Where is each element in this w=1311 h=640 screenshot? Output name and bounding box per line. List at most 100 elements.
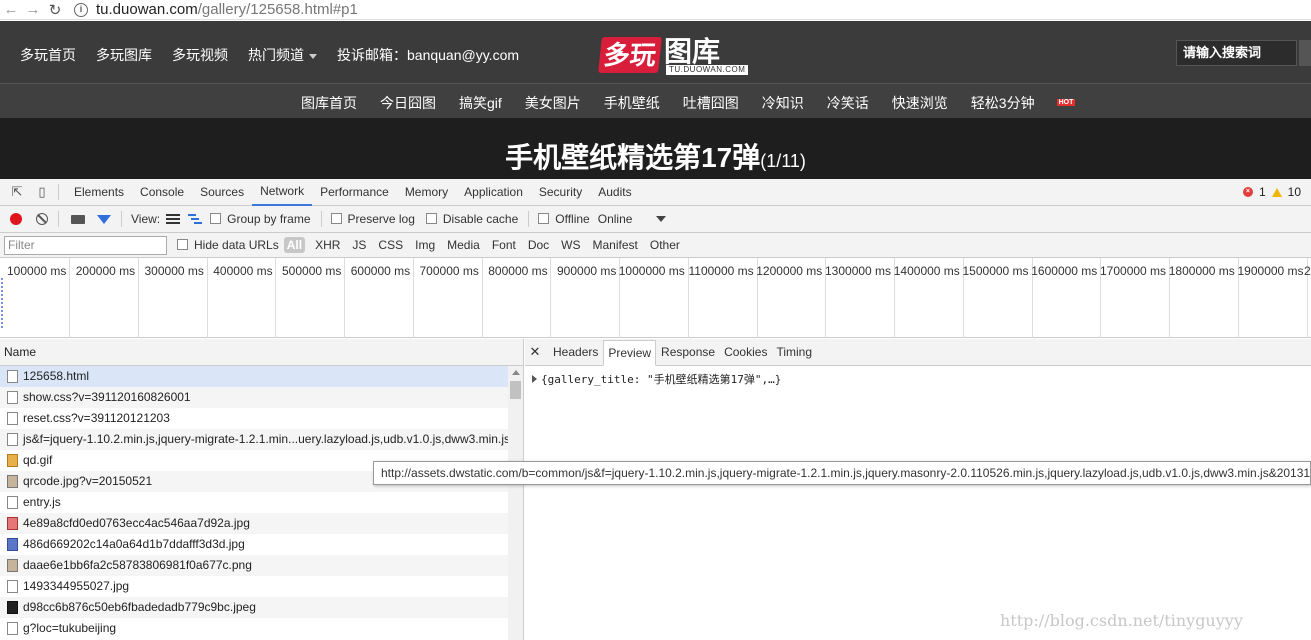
timeline-overview[interactable]: 100000 ms 200000 ms 300000 ms 400000 ms 5000… — [0, 258, 1311, 338]
request-row[interactable]: g?loc=tukubeijing — [0, 618, 508, 639]
tab-elements[interactable]: Elements — [66, 179, 132, 205]
subnav-item[interactable]: 图库首页 — [301, 93, 357, 113]
request-row[interactable]: reset.css?v=391120121203 — [0, 408, 508, 429]
subnav-item[interactable]: 冷知识 — [762, 93, 804, 113]
filter-funnel-icon[interactable] — [97, 214, 111, 224]
image-icon — [7, 538, 18, 551]
tab-sources[interactable]: Sources — [192, 179, 252, 205]
device-toggle-icon[interactable]: ▯ — [34, 184, 50, 200]
tab-timing[interactable]: Timing — [772, 340, 816, 364]
timeline-tick-label: 700000 ms — [419, 264, 479, 278]
logo-red-text: 多玩 — [598, 37, 662, 73]
group-by-frame-checkbox[interactable]: Group by frame — [210, 212, 311, 226]
sub-nav: 图库首页 今日囧图 搞笑gif 美女图片 手机壁纸 吐槽囧图 冷知识 冷笑话 快… — [0, 83, 1311, 118]
watermark: http://blog.csdn.net/tinyguyyy — [1000, 611, 1243, 630]
filter-bar: Filter Hide data URLs All XHR JS CSS Img… — [0, 233, 1311, 258]
subnav-item[interactable]: 搞笑gif — [459, 93, 502, 113]
request-name: qrcode.jpg?v=20150521 — [23, 474, 153, 488]
subnav-item[interactable]: 今日囧图 — [380, 93, 436, 113]
scrollbar-thumb[interactable] — [510, 381, 521, 399]
offline-checkbox[interactable]: Offline — [538, 212, 590, 226]
request-row[interactable]: d98cc6b876c50eb6fbadedadb779c9bc.jpeg — [0, 597, 508, 618]
back-arrow-icon[interactable]: ← — [0, 1, 22, 18]
filter-input[interactable]: Filter — [4, 235, 167, 255]
hide-data-urls-checkbox[interactable]: Hide data URLs — [177, 238, 279, 252]
subnav-item[interactable]: 快速浏览 — [892, 93, 948, 113]
filter-type[interactable]: Media — [447, 238, 480, 252]
disable-cache-checkbox[interactable]: Disable cache — [425, 212, 518, 226]
tab-application[interactable]: Application — [456, 179, 531, 205]
subnav-3min-label: 轻松3分钟 — [970, 95, 1035, 111]
tab-security[interactable]: Security — [531, 179, 590, 205]
timeline-gridline — [206, 258, 208, 338]
tab-headers[interactable]: Headers — [549, 340, 602, 364]
tab-cookies[interactable]: Cookies — [720, 340, 771, 364]
request-row[interactable]: 4e89a8cfd0ed0763ecc4ac546aa7d92a.jpg — [0, 513, 508, 534]
filter-all-button[interactable]: All — [283, 237, 306, 253]
request-row[interactable]: daae6e1bb6fa2c58783806981f0a677c.png — [0, 555, 508, 576]
subnav-item[interactable]: 手机壁纸 — [604, 93, 660, 113]
json-preview[interactable]: {gallery_title: "手机壁纸精选第17弹",…} — [532, 371, 781, 387]
url-field[interactable]: tu.duowan.com/gallery/125658.html#p1 — [96, 1, 358, 18]
filter-type[interactable]: Doc — [528, 238, 549, 252]
filter-type[interactable]: Img — [415, 238, 435, 252]
search-button[interactable] — [1299, 40, 1311, 66]
subnav-item[interactable]: 吐槽囧图 — [683, 93, 739, 113]
filter-type[interactable]: Other — [650, 238, 680, 252]
site-info-icon[interactable]: i — [74, 2, 88, 17]
tab-network[interactable]: Network — [252, 178, 313, 206]
close-icon[interactable]: ✕ — [527, 344, 543, 360]
filter-type[interactable]: Manifest — [593, 238, 638, 252]
url-tooltip: http://assets.dwstatic.com/b=common/js&f… — [373, 461, 1311, 485]
gallery-title-text: 手机壁纸精选第17弹 — [505, 142, 761, 173]
top-link-hot-channels[interactable]: 热门频道 — [248, 45, 317, 65]
filter-type[interactable]: JS — [352, 238, 366, 252]
waterfall-overview-icon[interactable] — [188, 214, 203, 224]
screenshot-camera-icon[interactable] — [71, 214, 85, 224]
large-rows-icon[interactable] — [166, 214, 181, 224]
request-row[interactable]: 1493344955027.jpg — [0, 576, 508, 597]
clear-icon[interactable] — [36, 213, 48, 225]
filter-type[interactable]: WS — [561, 238, 580, 252]
search-input[interactable]: 请输入搜索词 — [1176, 40, 1297, 66]
logo-subtext: TU.DUOWAN.COM — [666, 65, 749, 75]
request-row[interactable]: 125658.html — [0, 366, 508, 387]
filter-type[interactable]: CSS — [378, 238, 403, 252]
request-list-scrollbar[interactable] — [508, 366, 524, 640]
timeline-gridline — [275, 258, 277, 338]
subnav-item[interactable]: 冷笑话 — [827, 93, 869, 113]
document-icon — [7, 580, 18, 593]
preserve-log-checkbox[interactable]: Preserve log — [330, 212, 415, 226]
address-bar: ← → ↻ i tu.duowan.com/gallery/125658.htm… — [0, 0, 1311, 20]
tab-console[interactable]: Console — [132, 179, 192, 205]
expand-triangle-icon[interactable] — [532, 375, 537, 383]
record-icon[interactable] — [10, 213, 22, 225]
request-row[interactable]: show.css?v=391120160826001 — [0, 387, 508, 408]
forward-arrow-icon[interactable]: → — [22, 1, 44, 18]
scroll-up-icon[interactable] — [512, 370, 520, 375]
throttle-select[interactable]: Online — [598, 212, 633, 226]
filter-type[interactable]: Font — [492, 238, 516, 252]
reload-icon[interactable]: ↻ — [44, 1, 66, 19]
issue-counters[interactable]: × 1 10 — [1242, 185, 1301, 199]
tab-memory[interactable]: Memory — [397, 179, 456, 205]
tab-preview[interactable]: Preview — [603, 340, 657, 366]
tab-audits[interactable]: Audits — [590, 179, 639, 205]
request-row[interactable]: js&f=jquery-1.10.2.min.js,jquery-migrate… — [0, 429, 508, 450]
timeline-tick-label: 800000 ms — [488, 264, 548, 278]
subnav-item[interactable]: 美女图片 — [525, 93, 581, 113]
request-row[interactable]: entry.js — [0, 492, 508, 513]
timeline-gridline — [344, 258, 345, 338]
top-link-home[interactable]: 多玩首页 — [20, 45, 76, 65]
chevron-down-icon[interactable] — [656, 216, 667, 222]
filter-type[interactable]: XHR — [315, 238, 340, 252]
top-link-gallery[interactable]: 多玩图库 — [96, 45, 152, 65]
name-column-header[interactable]: Name — [0, 339, 524, 366]
site-logo[interactable]: 多玩 图库 TU.DUOWAN.COM — [598, 37, 749, 77]
top-link-video[interactable]: 多玩视频 — [172, 45, 228, 65]
subnav-item-3min[interactable]: 轻松3分钟 HOT — [970, 93, 1076, 113]
tab-performance[interactable]: Performance — [312, 179, 397, 205]
request-row[interactable]: 486d669202c14a0a64d1b7ddafff3d3d.jpg — [0, 534, 508, 555]
inspect-element-icon[interactable]: ⇱ — [9, 184, 25, 200]
tab-response[interactable]: Response — [657, 340, 719, 364]
